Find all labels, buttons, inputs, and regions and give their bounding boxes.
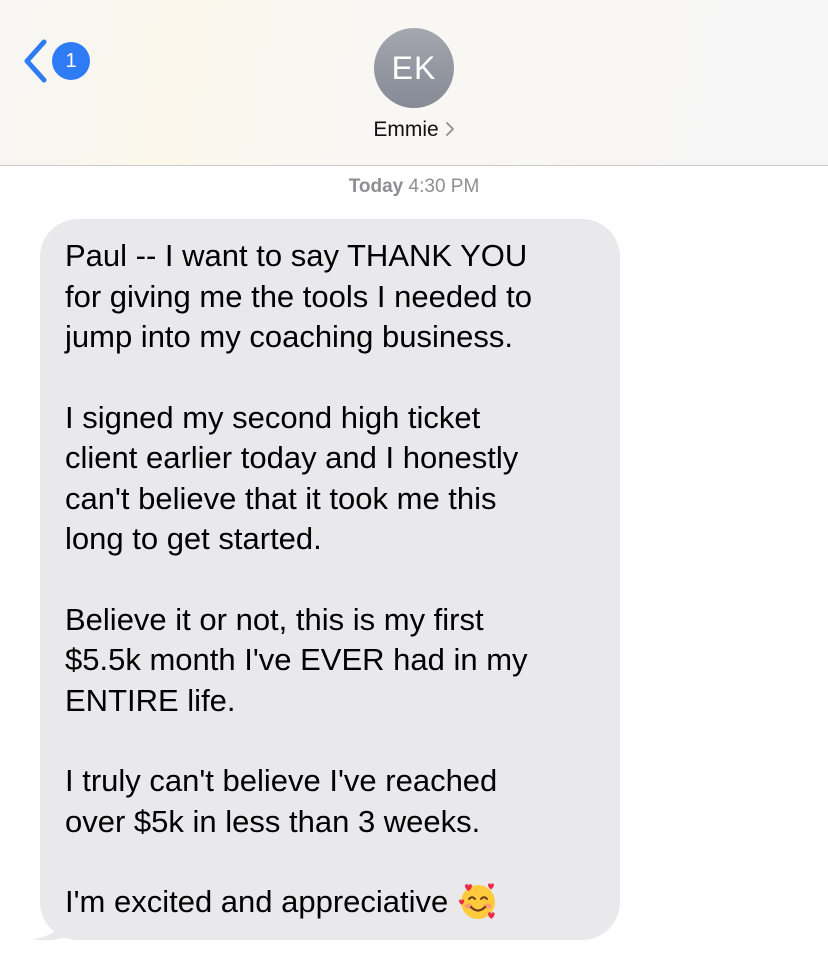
contact-avatar[interactable]: EK	[374, 28, 454, 108]
message-paragraph: I signed my second high ticket client ea…	[65, 398, 600, 560]
contact-name: Emmie	[373, 118, 439, 141]
message-timestamp: Today 4:30 PM	[0, 176, 828, 198]
chevron-right-icon	[445, 122, 454, 136]
message-line: Paul -- I want to say THANK YOU	[65, 238, 528, 273]
message-paragraph: I'm excited and appreciative	[65, 882, 600, 923]
timestamp-day: Today	[348, 176, 404, 197]
smiling-face-with-hearts-icon	[459, 883, 496, 919]
message-line: long to get started.	[65, 521, 322, 556]
conversation-header: 1 EK Emmie	[0, 0, 828, 166]
back-chevron-icon	[24, 39, 47, 83]
message-line: can't believe that it took me this	[65, 480, 497, 516]
message-line: for giving me the tools I needed to	[65, 278, 533, 314]
message-paragraph: I truly can't believe I've reached over …	[65, 761, 600, 842]
message-paragraph: Paul -- I want to say THANK YOU for givi…	[65, 236, 600, 358]
message-line: ENTIRE life.	[65, 682, 236, 718]
incoming-message-bubble[interactable]: Paul -- I want to say THANK YOU for givi…	[40, 219, 620, 940]
message-line: I'm excited and appreciative	[65, 884, 449, 919]
message-line: client earlier today and I honestly	[65, 440, 519, 475]
back-button[interactable]: 1	[22, 38, 102, 84]
message-line: $5.5k month I've EVER had in my	[65, 642, 528, 677]
contact-details-button[interactable]: Emmie	[0, 118, 828, 142]
message-line: over $5k in less than 3 weeks.	[65, 803, 481, 839]
message-line: Believe it or not, this is my first	[65, 601, 484, 637]
message-line: jump into my coaching business.	[65, 319, 514, 354]
message-line: I signed my second high ticket	[65, 399, 481, 435]
message-paragraph: Believe it or not, this is my first $5.5…	[65, 600, 600, 722]
timestamp-time: 4:30 PM	[408, 176, 480, 197]
unread-count-badge: 1	[52, 42, 90, 80]
message-line: I truly can't believe I've reached	[65, 763, 498, 798]
